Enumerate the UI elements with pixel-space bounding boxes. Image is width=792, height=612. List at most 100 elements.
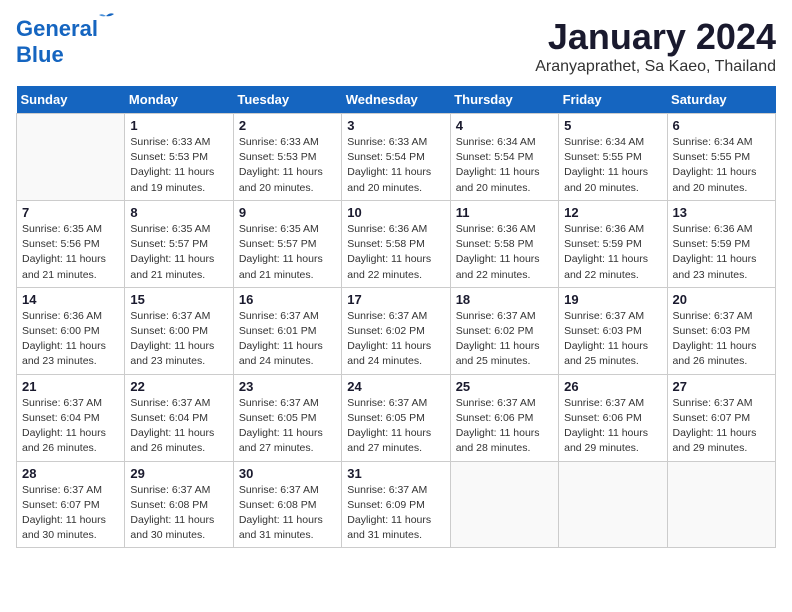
- calendar-cell: 7 Sunrise: 6:35 AM Sunset: 5:56 PM Daylig…: [17, 200, 125, 287]
- day-info: Sunrise: 6:37 AM Sunset: 6:04 PM Dayligh…: [22, 396, 119, 457]
- calendar-cell: [17, 114, 125, 201]
- day-info: Sunrise: 6:37 AM Sunset: 6:00 PM Dayligh…: [130, 309, 227, 370]
- calendar-cell: 2 Sunrise: 6:33 AM Sunset: 5:53 PM Daylig…: [233, 114, 341, 201]
- calendar-cell: 25 Sunrise: 6:37 AM Sunset: 6:06 PM Dayli…: [450, 374, 558, 461]
- header: General Blue January 2024 Aranyaprathet,…: [16, 16, 776, 76]
- day-number: 10: [347, 205, 444, 220]
- day-info: Sunrise: 6:37 AM Sunset: 6:08 PM Dayligh…: [130, 483, 227, 544]
- calendar-cell: 4Sunrise: 6:34 AM Sunset: 5:54 PM Daylig…: [450, 114, 558, 201]
- day-number: 25: [456, 379, 553, 394]
- calendar-cell: 22 Sunrise: 6:37 AM Sunset: 6:04 PM Dayli…: [125, 374, 233, 461]
- calendar-cell: 9 Sunrise: 6:35 AM Sunset: 5:57 PM Daylig…: [233, 200, 341, 287]
- day-info: Sunrise: 6:36 AM Sunset: 6:00 PM Dayligh…: [22, 309, 119, 370]
- day-info: Sunrise: 6:35 AM Sunset: 5:57 PM Dayligh…: [239, 222, 336, 283]
- calendar-cell: 18 Sunrise: 6:37 AM Sunset: 6:02 PM Dayli…: [450, 287, 558, 374]
- day-number: 19: [564, 292, 661, 307]
- calendar-cell: 6 Sunrise: 6:34 AM Sunset: 5:55 PM Daylig…: [667, 114, 775, 201]
- day-info: Sunrise: 6:37 AM Sunset: 6:07 PM Dayligh…: [22, 483, 119, 544]
- day-number: 14: [22, 292, 119, 307]
- calendar-cell: [667, 461, 775, 548]
- calendar-cell: 16Sunrise: 6:37 AM Sunset: 6:01 PM Dayli…: [233, 287, 341, 374]
- day-info: Sunrise: 6:35 AM Sunset: 5:56 PM Dayligh…: [22, 222, 119, 283]
- header-tuesday: Tuesday: [233, 86, 341, 114]
- day-info: Sunrise: 6:34 AM Sunset: 5:54 PM Dayligh…: [456, 135, 553, 196]
- day-number: 29: [130, 466, 227, 481]
- header-sunday: Sunday: [17, 86, 125, 114]
- header-thursday: Thursday: [450, 86, 558, 114]
- day-info: Sunrise: 6:37 AM Sunset: 6:01 PM Dayligh…: [239, 309, 336, 370]
- calendar-week-3: 14 Sunrise: 6:36 AM Sunset: 6:00 PM Dayli…: [17, 287, 776, 374]
- logo-general: General: [16, 16, 98, 41]
- calendar-cell: 1 Sunrise: 6:33 AM Sunset: 5:53 PM Daylig…: [125, 114, 233, 201]
- day-number: 20: [673, 292, 770, 307]
- calendar-title: January 2024: [535, 16, 776, 58]
- calendar-cell: 21 Sunrise: 6:37 AM Sunset: 6:04 PM Dayli…: [17, 374, 125, 461]
- calendar-cell: 13Sunrise: 6:36 AM Sunset: 5:59 PM Dayli…: [667, 200, 775, 287]
- day-number: 18: [456, 292, 553, 307]
- day-info: Sunrise: 6:34 AM Sunset: 5:55 PM Dayligh…: [564, 135, 661, 196]
- day-info: Sunrise: 6:37 AM Sunset: 6:07 PM Dayligh…: [673, 396, 770, 457]
- day-info: Sunrise: 6:37 AM Sunset: 6:02 PM Dayligh…: [347, 309, 444, 370]
- day-info: Sunrise: 6:37 AM Sunset: 6:03 PM Dayligh…: [564, 309, 661, 370]
- calendar-cell: 28 Sunrise: 6:37 AM Sunset: 6:07 PM Dayli…: [17, 461, 125, 548]
- calendar-cell: 20 Sunrise: 6:37 AM Sunset: 6:03 PM Dayli…: [667, 287, 775, 374]
- day-number: 8: [130, 205, 227, 220]
- day-info: Sunrise: 6:37 AM Sunset: 6:06 PM Dayligh…: [564, 396, 661, 457]
- day-info: Sunrise: 6:37 AM Sunset: 6:02 PM Dayligh…: [456, 309, 553, 370]
- day-info: Sunrise: 6:35 AM Sunset: 5:57 PM Dayligh…: [130, 222, 227, 283]
- day-info: Sunrise: 6:36 AM Sunset: 5:58 PM Dayligh…: [347, 222, 444, 283]
- day-number: 22: [130, 379, 227, 394]
- calendar-cell: 15 Sunrise: 6:37 AM Sunset: 6:00 PM Dayli…: [125, 287, 233, 374]
- day-info: Sunrise: 6:33 AM Sunset: 5:54 PM Dayligh…: [347, 135, 444, 196]
- day-number: 5: [564, 118, 661, 133]
- calendar-cell: 24 Sunrise: 6:37 AM Sunset: 6:05 PM Dayli…: [342, 374, 450, 461]
- day-number: 1: [130, 118, 227, 133]
- day-info: Sunrise: 6:37 AM Sunset: 6:08 PM Dayligh…: [239, 483, 336, 544]
- day-number: 17: [347, 292, 444, 307]
- day-number: 2: [239, 118, 336, 133]
- header-wednesday: Wednesday: [342, 86, 450, 114]
- logo-blue: Blue: [16, 42, 64, 68]
- day-number: 23: [239, 379, 336, 394]
- day-info: Sunrise: 6:36 AM Sunset: 5:58 PM Dayligh…: [456, 222, 553, 283]
- title-area: January 2024 Aranyaprathet, Sa Kaeo, Tha…: [535, 16, 776, 76]
- day-info: Sunrise: 6:37 AM Sunset: 6:03 PM Dayligh…: [673, 309, 770, 370]
- calendar-cell: 14 Sunrise: 6:36 AM Sunset: 6:00 PM Dayli…: [17, 287, 125, 374]
- calendar-cell: 11Sunrise: 6:36 AM Sunset: 5:58 PM Dayli…: [450, 200, 558, 287]
- day-number: 24: [347, 379, 444, 394]
- calendar-cell: 5 Sunrise: 6:34 AM Sunset: 5:55 PM Daylig…: [559, 114, 667, 201]
- calendar-cell: 12Sunrise: 6:36 AM Sunset: 5:59 PM Dayli…: [559, 200, 667, 287]
- day-number: 27: [673, 379, 770, 394]
- calendar-cell: 17 Sunrise: 6:37 AM Sunset: 6:02 PM Dayli…: [342, 287, 450, 374]
- header-monday: Monday: [125, 86, 233, 114]
- day-number: 12: [564, 205, 661, 220]
- day-number: 21: [22, 379, 119, 394]
- day-info: Sunrise: 6:33 AM Sunset: 5:53 PM Dayligh…: [130, 135, 227, 196]
- day-number: 30: [239, 466, 336, 481]
- day-info: Sunrise: 6:37 AM Sunset: 6:05 PM Dayligh…: [347, 396, 444, 457]
- day-number: 26: [564, 379, 661, 394]
- day-info: Sunrise: 6:34 AM Sunset: 5:55 PM Dayligh…: [673, 135, 770, 196]
- day-number: 28: [22, 466, 119, 481]
- day-number: 6: [673, 118, 770, 133]
- calendar-table: Sunday Monday Tuesday Wednesday Thursday…: [16, 86, 776, 548]
- calendar-cell: 19 Sunrise: 6:37 AM Sunset: 6:03 PM Dayli…: [559, 287, 667, 374]
- calendar-cell: 10 Sunrise: 6:36 AM Sunset: 5:58 PM Dayli…: [342, 200, 450, 287]
- calendar-cell: 26 Sunrise: 6:37 AM Sunset: 6:06 PM Dayli…: [559, 374, 667, 461]
- calendar-week-2: 7 Sunrise: 6:35 AM Sunset: 5:56 PM Daylig…: [17, 200, 776, 287]
- day-number: 9: [239, 205, 336, 220]
- day-number: 31: [347, 466, 444, 481]
- calendar-subtitle: Aranyaprathet, Sa Kaeo, Thailand: [535, 58, 776, 76]
- day-number: 15: [130, 292, 227, 307]
- logo: General Blue: [16, 16, 98, 68]
- calendar-cell: 29 Sunrise: 6:37 AM Sunset: 6:08 PM Dayli…: [125, 461, 233, 548]
- day-info: Sunrise: 6:33 AM Sunset: 5:53 PM Dayligh…: [239, 135, 336, 196]
- header-saturday: Saturday: [667, 86, 775, 114]
- day-info: Sunrise: 6:37 AM Sunset: 6:04 PM Dayligh…: [130, 396, 227, 457]
- day-info: Sunrise: 6:37 AM Sunset: 6:09 PM Dayligh…: [347, 483, 444, 544]
- day-info: Sunrise: 6:37 AM Sunset: 6:06 PM Dayligh…: [456, 396, 553, 457]
- calendar-cell: 3Sunrise: 6:33 AM Sunset: 5:54 PM Daylig…: [342, 114, 450, 201]
- day-info: Sunrise: 6:36 AM Sunset: 5:59 PM Dayligh…: [673, 222, 770, 283]
- calendar-header-row: Sunday Monday Tuesday Wednesday Thursday…: [17, 86, 776, 114]
- day-number: 7: [22, 205, 119, 220]
